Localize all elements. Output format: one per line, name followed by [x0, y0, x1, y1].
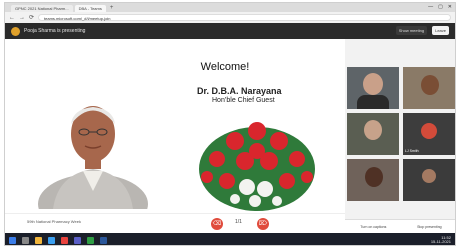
tab-bar: GPNC 2021 National Pharm... DBA - Teams …	[5, 3, 455, 12]
url-field[interactable]: teams.microsoft.com/_#/l/meetup-join	[38, 14, 451, 21]
edge-icon[interactable]	[48, 236, 55, 244]
participant-tile[interactable]	[347, 67, 399, 109]
captions-button[interactable]: Turn on captions	[360, 225, 386, 229]
maximize-button[interactable]: ▢	[438, 4, 443, 10]
participant-tile[interactable]: LJ Smith	[403, 113, 455, 155]
participant-face	[421, 75, 439, 95]
window-controls: — ▢ ✕	[428, 4, 452, 10]
search-icon[interactable]	[22, 236, 29, 244]
slide-footer-title: 59th National Pharmacy Week	[27, 219, 81, 224]
guest-role: Hon’ble Chief Guest	[212, 97, 275, 104]
back-icon[interactable]: ←	[9, 15, 15, 21]
flower-bouquet-image	[199, 122, 315, 211]
leave-button[interactable]: Leave	[432, 26, 449, 35]
meeting-title: Pooja Sharma is presenting	[24, 28, 86, 34]
slide-control-bar: 59th National Pharmacy Week ⌫ 1/1 ⌦	[5, 213, 345, 233]
windows-taskbar: 11:52 15-11-2021	[5, 233, 455, 245]
participant-avatar	[421, 123, 437, 139]
guest-name: Dr. D.B.A. Narayana	[197, 86, 282, 96]
meeting-toolbar: Pooja Sharma is presenting Show meeting …	[5, 23, 455, 39]
participant-name: LJ Smith	[405, 149, 419, 153]
slide-welcome-heading: Welcome!	[200, 61, 250, 73]
panel-action-bar: Turn on captions Stop presenting	[345, 219, 455, 233]
new-tab-button[interactable]: +	[108, 5, 116, 12]
browser-window: GPNC 2021 National Pharm... DBA - Teams …	[4, 2, 456, 246]
participant-tile[interactable]	[347, 113, 399, 155]
clock-date: 15-11-2021	[430, 239, 451, 244]
participant-face	[363, 73, 383, 95]
file-explorer-icon[interactable]	[35, 236, 42, 244]
reload-icon[interactable]: ⟳	[29, 14, 34, 21]
participants-panel: LJ Smith Turn on captions Stop presentin…	[345, 39, 455, 233]
participant-face	[364, 120, 382, 140]
start-icon[interactable]	[9, 236, 16, 244]
participant-tile[interactable]	[403, 159, 455, 201]
participant-face	[365, 167, 383, 187]
presenter-avatar	[11, 26, 20, 36]
guest-photo	[38, 106, 148, 209]
browser-tab-active[interactable]: DBA - Teams	[74, 5, 106, 12]
address-bar: ← → ⟳ teams.microsoft.com/_#/l/meetup-jo…	[5, 12, 455, 23]
previous-slide-button[interactable]: ⌫	[211, 218, 223, 230]
show-meeting-button[interactable]: Show meeting	[395, 26, 428, 35]
minimize-button[interactable]: —	[428, 4, 433, 10]
word-icon[interactable]	[100, 236, 107, 244]
close-window-button[interactable]: ✕	[448, 4, 452, 10]
slide-counter: 1/1	[235, 219, 242, 225]
teams-icon[interactable]	[74, 236, 81, 244]
next-slide-button[interactable]: ⌦	[257, 218, 269, 230]
participant-tile[interactable]	[347, 159, 399, 201]
chrome-icon[interactable]	[61, 236, 68, 244]
forward-icon[interactable]: →	[19, 15, 25, 21]
excel-icon[interactable]	[87, 236, 94, 244]
shared-slide: Welcome! Dr. D.B.A. Narayana Hon’ble Chi…	[5, 39, 345, 233]
participant-tile[interactable]	[403, 67, 455, 109]
browser-tab[interactable]: GPNC 2021 National Pharm...	[11, 5, 73, 12]
stop-presenting-button[interactable]: Stop presenting	[417, 225, 442, 229]
participant-face	[422, 169, 436, 183]
system-clock[interactable]: 11:52 15-11-2021	[431, 236, 451, 244]
